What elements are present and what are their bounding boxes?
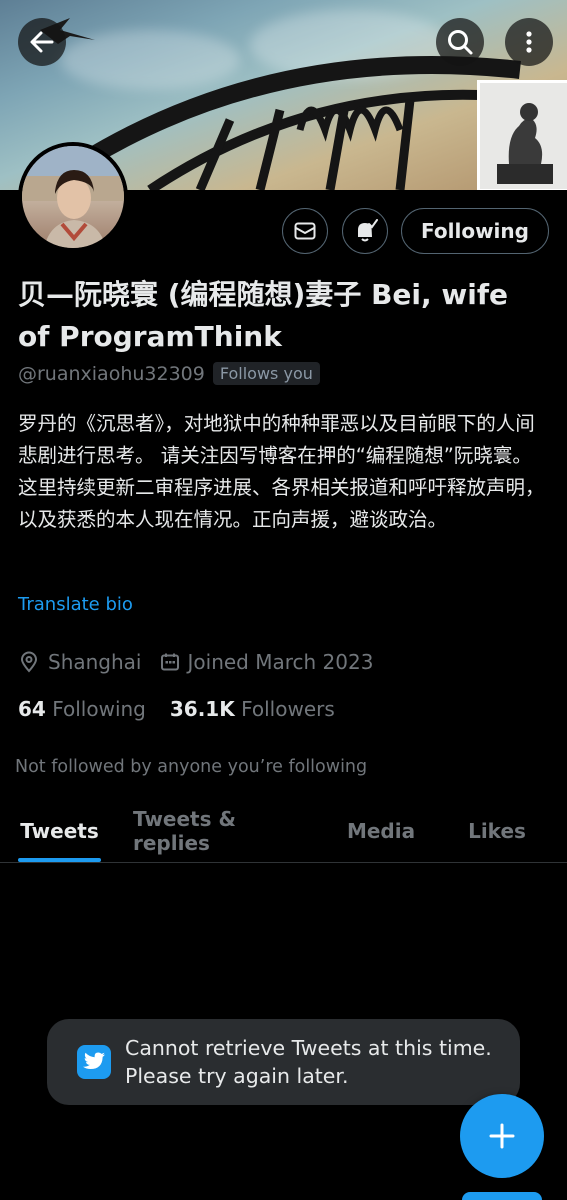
tab-label: Likes: [468, 819, 526, 843]
plus-icon: [489, 1123, 515, 1149]
tab-tweets-and-replies[interactable]: Tweets & replies: [133, 800, 309, 862]
tab-label: Tweets: [20, 819, 99, 843]
secondary-fab-edge: [462, 1192, 542, 1200]
more-vertical-icon: [526, 31, 532, 53]
follow-stats: 64 Following 36.1K Followers: [18, 697, 359, 721]
bell-check-icon: [358, 219, 378, 242]
joined-text: Joined March 2023: [187, 650, 374, 674]
twitter-bird-icon: [77, 1045, 111, 1079]
profile-tabs: Tweets Tweets & replies Media Likes: [0, 800, 567, 863]
more-options-button[interactable]: [505, 18, 553, 66]
translate-bio-link[interactable]: Translate bio: [18, 594, 133, 615]
followers-label: Followers: [241, 697, 335, 721]
followers-stat[interactable]: 36.1K Followers: [170, 697, 335, 721]
toast-message: Cannot retrieve Tweets at this time. Ple…: [125, 1036, 492, 1088]
arrow-left-icon: [30, 31, 54, 53]
profile-bio: 罗丹的《沉思者》，对地狱中的种种罪恶以及目前眼下的人间悲剧进行思考。 请关注因写…: [18, 412, 545, 531]
location-text: Shanghai: [48, 650, 142, 674]
not-followed-text: Not followed by anyone you’re following: [15, 757, 368, 777]
search-button[interactable]: [436, 18, 484, 66]
following-stat[interactable]: 64 Following: [18, 697, 146, 721]
avatar-photo: [22, 146, 124, 248]
location-item: Shanghai: [18, 650, 142, 674]
back-button[interactable]: [18, 18, 66, 66]
following-button[interactable]: Following: [401, 208, 549, 254]
profile-meta: Shanghai Joined March 2023: [18, 650, 391, 674]
profile-avatar[interactable]: [18, 142, 128, 252]
tab-media[interactable]: Media: [347, 800, 415, 862]
notifications-button[interactable]: [342, 208, 388, 254]
handle-row: @ruanxiaohu32309 Follows you: [18, 362, 320, 385]
message-button[interactable]: [282, 208, 328, 254]
location-pin-icon: [20, 651, 38, 673]
tab-likes[interactable]: Likes: [465, 800, 529, 862]
mail-icon: [294, 222, 316, 240]
calendar-icon: [160, 653, 179, 671]
following-label: Following: [52, 697, 146, 721]
tab-label: Media: [346, 819, 416, 843]
following-count: 64: [18, 697, 46, 721]
joined-item: Joined March 2023: [160, 650, 374, 674]
follows-you-badge: Follows you: [212, 362, 320, 385]
tab-tweets[interactable]: Tweets: [18, 800, 101, 862]
user-handle: @ruanxiaohu32309: [18, 362, 205, 385]
search-icon: [448, 30, 473, 55]
error-toast: Cannot retrieve Tweets at this time. Ple…: [47, 1019, 520, 1105]
thinker-sculpture-image: [477, 80, 567, 190]
active-tab-indicator: [18, 858, 101, 862]
compose-tweet-button[interactable]: [460, 1094, 544, 1178]
tab-label: Tweets & replies: [133, 807, 236, 855]
display-name: 贝—阮晓寰 (编程随想)妻子 Bei, wife of ProgramThink: [18, 278, 509, 353]
followers-count: 36.1K: [169, 697, 235, 721]
